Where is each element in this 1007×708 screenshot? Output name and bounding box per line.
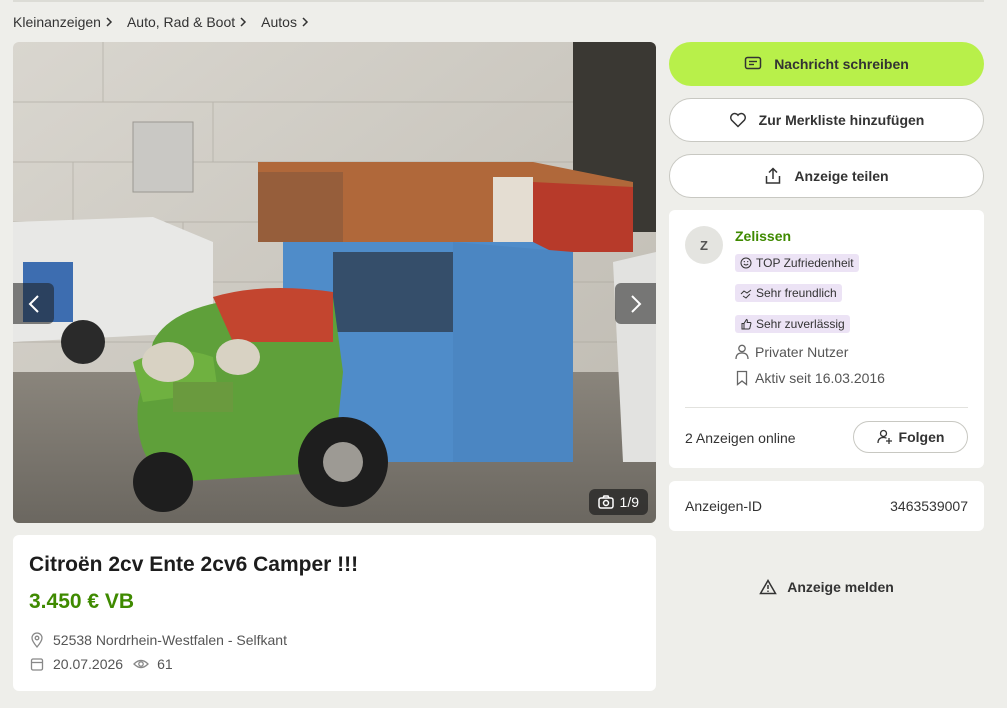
add-to-watchlist-button[interactable]: Zur Merkliste hinzufügen bbox=[669, 98, 984, 142]
listing-photo[interactable] bbox=[13, 42, 656, 523]
previous-image-button[interactable] bbox=[13, 283, 54, 324]
breadcrumb-item-auto-rad-boot[interactable]: Auto, Rad & Boot bbox=[127, 14, 247, 30]
heart-icon bbox=[729, 112, 746, 128]
thumbs-up-icon bbox=[741, 318, 752, 330]
badge-very-friendly: Sehr freundlich bbox=[735, 284, 842, 302]
warning-icon bbox=[759, 579, 778, 595]
seller-divider bbox=[685, 407, 968, 408]
chevron-right-icon bbox=[302, 17, 309, 27]
watchlist-label: Zur Merkliste hinzufügen bbox=[758, 112, 925, 128]
ad-id-card: Anzeigen-ID 3463539007 bbox=[669, 481, 984, 531]
breadcrumb-label: Kleinanzeigen bbox=[13, 14, 101, 30]
badge-label: Sehr freundlich bbox=[756, 286, 837, 300]
message-icon bbox=[744, 56, 762, 70]
smiley-icon bbox=[740, 257, 752, 269]
badge-top-satisfaction: TOP Zufriedenheit bbox=[735, 254, 859, 272]
badge-label: Sehr zuverlässig bbox=[756, 317, 845, 331]
report-label: Anzeige melden bbox=[787, 579, 894, 595]
listing-price: 3.450 € VB bbox=[29, 590, 135, 613]
camera-icon bbox=[597, 495, 614, 509]
send-message-button[interactable]: Nachricht schreiben bbox=[669, 42, 984, 86]
listing-location: 52538 Nordrhein-Westfalen - Selfkant bbox=[53, 632, 287, 648]
seller-card: Z Zelissen TOP Zufriedenheit Sehr freund… bbox=[669, 210, 984, 468]
seller-active-row: Aktiv seit 16.03.2016 bbox=[735, 370, 885, 386]
eye-icon bbox=[133, 656, 149, 672]
next-image-button[interactable] bbox=[615, 283, 656, 324]
top-divider bbox=[13, 0, 984, 2]
image-gallery[interactable]: 1/9 bbox=[13, 42, 656, 523]
share-listing-button[interactable]: Anzeige teilen bbox=[669, 154, 984, 198]
listing-title: Citroën 2cv Ente 2cv6 Camper !!! bbox=[29, 553, 359, 576]
listing-info-card: Citroën 2cv Ente 2cv6 Camper !!! 3.450 €… bbox=[13, 535, 656, 691]
user-follow-icon bbox=[876, 429, 892, 444]
badge-very-reliable: Sehr zuverlässig bbox=[735, 315, 850, 333]
seller-type: Privater Nutzer bbox=[755, 344, 849, 360]
handshake-icon bbox=[740, 289, 752, 299]
badge-label: TOP Zufriedenheit bbox=[756, 256, 854, 270]
listing-location-row: 52538 Nordrhein-Westfalen - Selfkant bbox=[29, 632, 640, 648]
seller-avatar[interactable]: Z bbox=[685, 226, 723, 264]
seller-name-link[interactable]: Zelissen bbox=[735, 228, 791, 244]
follow-seller-button[interactable]: Folgen bbox=[853, 421, 968, 453]
breadcrumb: Kleinanzeigen Auto, Rad & Boot Autos bbox=[13, 14, 309, 30]
seller-online-ads-link[interactable]: 2 Anzeigen online bbox=[685, 430, 796, 446]
report-listing-button[interactable]: Anzeige melden bbox=[669, 575, 984, 599]
chevron-right-icon bbox=[106, 17, 113, 27]
chevron-right-icon bbox=[240, 17, 247, 27]
ad-id-value: 3463539007 bbox=[890, 498, 968, 514]
follow-label: Folgen bbox=[898, 429, 945, 445]
chevron-left-icon bbox=[28, 294, 39, 313]
share-label: Anzeige teilen bbox=[794, 168, 889, 184]
location-pin-icon bbox=[29, 632, 45, 648]
user-icon bbox=[735, 344, 749, 360]
listing-meta-row: 20.07.2026 61 bbox=[29, 656, 640, 672]
listing-views: 61 bbox=[157, 656, 173, 672]
image-counter: 1/9 bbox=[588, 489, 648, 515]
breadcrumb-item-autos[interactable]: Autos bbox=[261, 14, 309, 30]
breadcrumb-label: Auto, Rad & Boot bbox=[126, 14, 236, 30]
action-panel: Nachricht schreiben Zur Merkliste hinzuf… bbox=[669, 42, 984, 198]
bookmark-icon bbox=[736, 370, 748, 386]
seller-type-row: Privater Nutzer bbox=[735, 344, 848, 360]
breadcrumb-item-kleinanzeigen[interactable]: Kleinanzeigen bbox=[13, 14, 113, 30]
image-counter-text: 1/9 bbox=[619, 494, 639, 510]
listing-date: 20.07.2026 bbox=[53, 656, 124, 672]
ad-id-label: Anzeigen-ID bbox=[685, 498, 763, 514]
calendar-icon bbox=[29, 656, 45, 672]
share-icon bbox=[766, 167, 781, 184]
seller-active-since: Aktiv seit 16.03.2016 bbox=[755, 370, 885, 386]
breadcrumb-label: Autos bbox=[261, 14, 297, 30]
send-message-label: Nachricht schreiben bbox=[774, 56, 909, 72]
chevron-right-icon bbox=[630, 294, 641, 313]
